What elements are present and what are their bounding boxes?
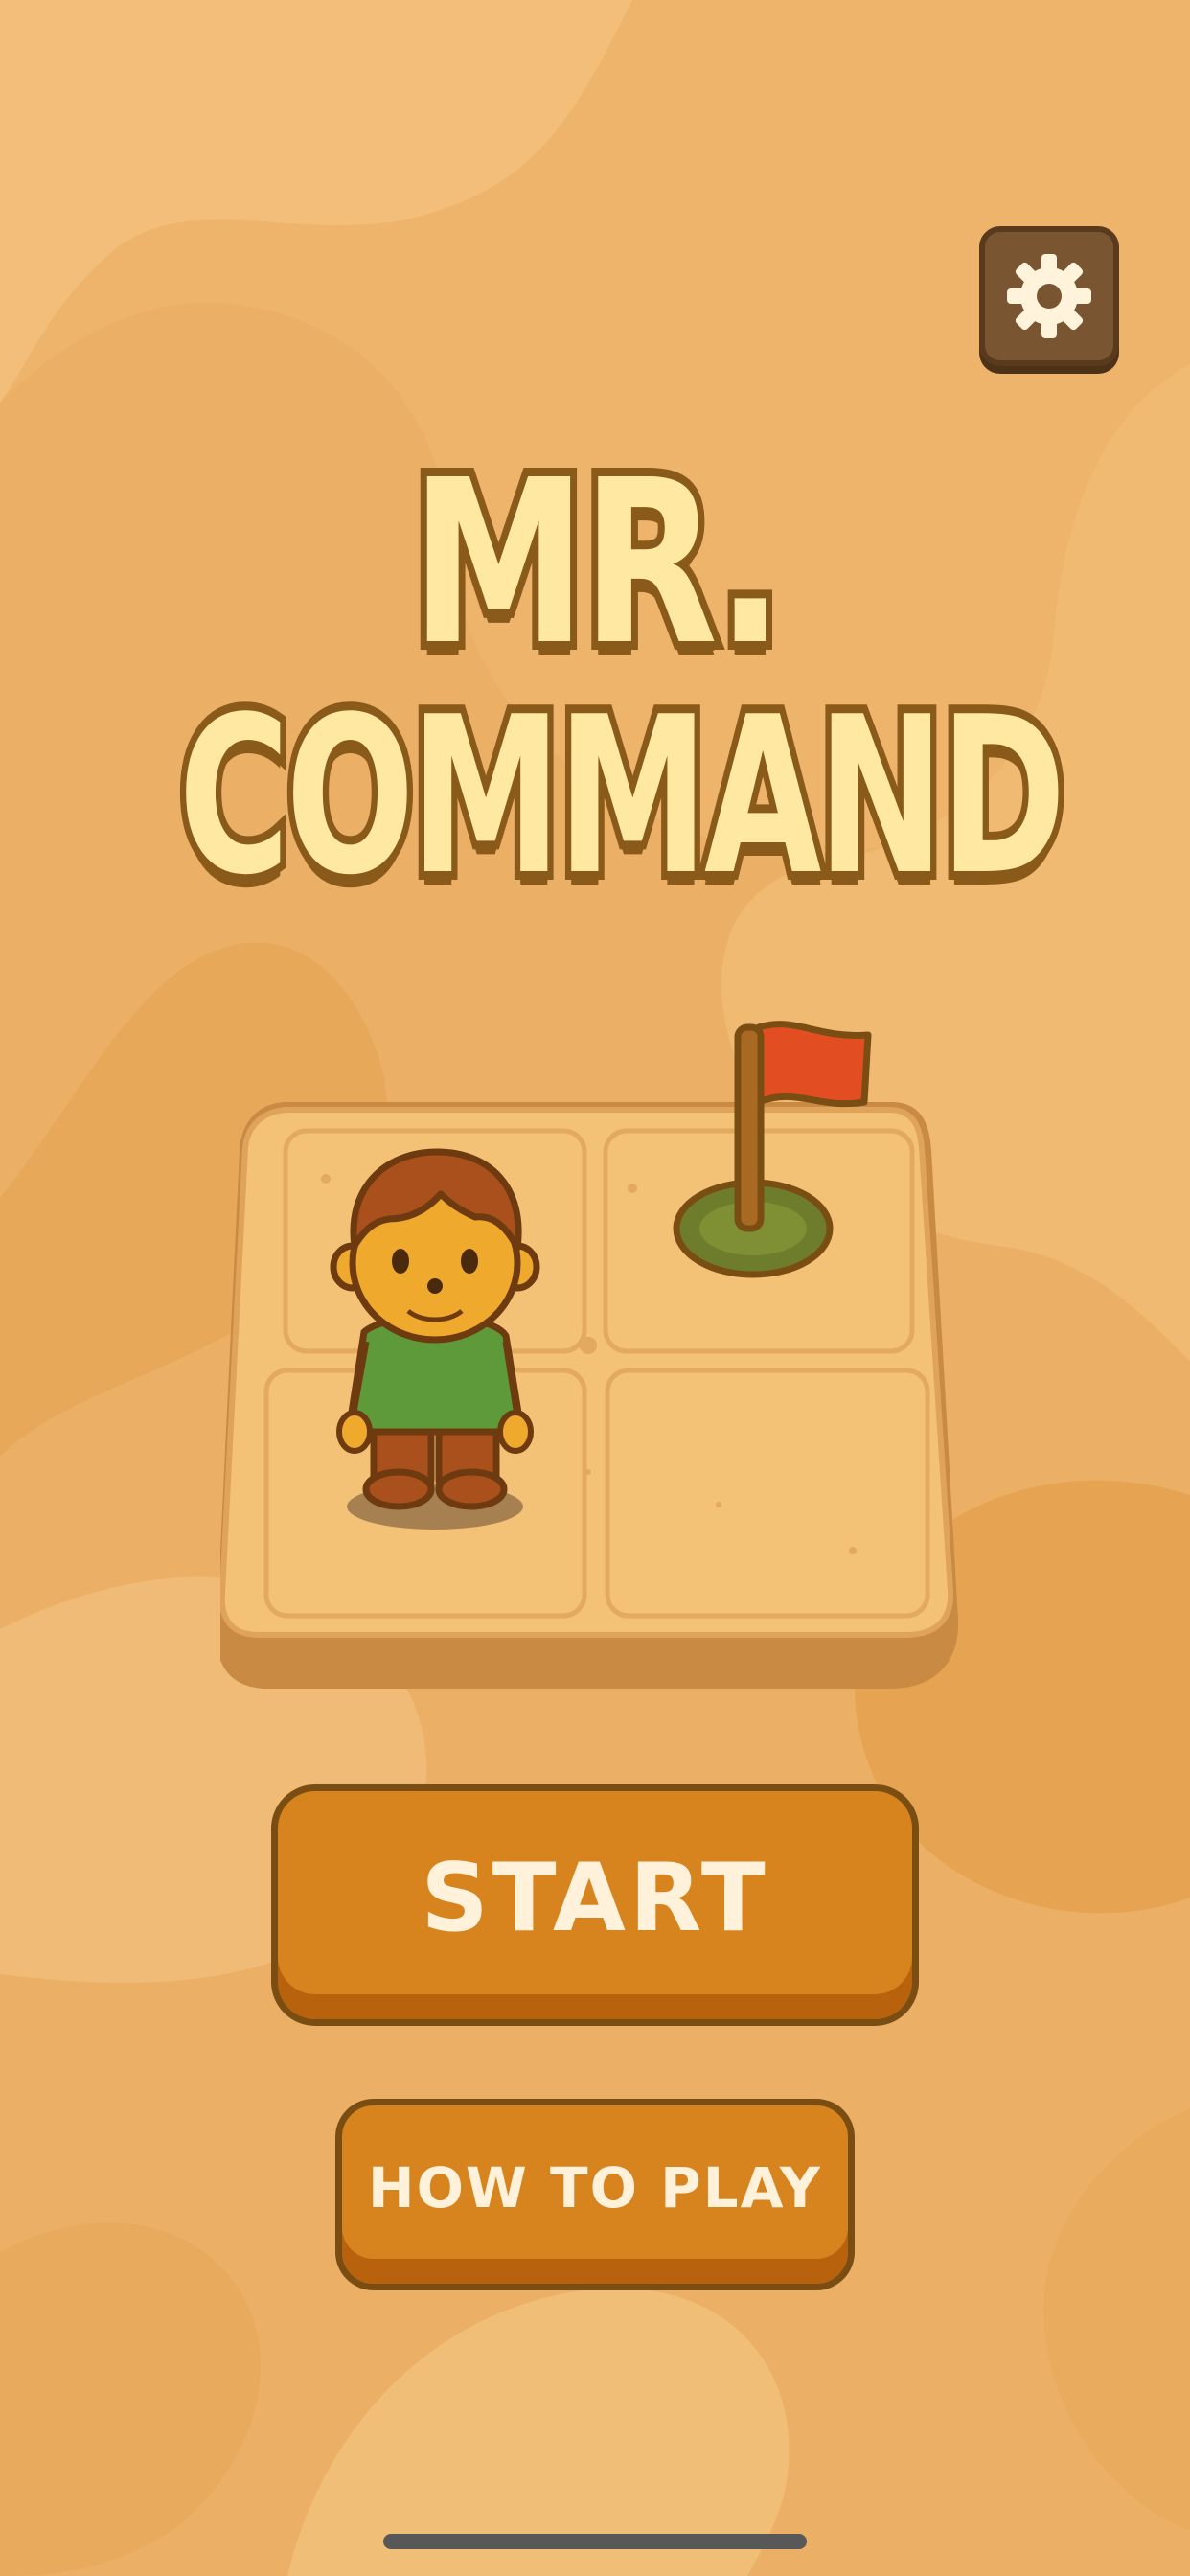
home-indicator[interactable]: [383, 2534, 807, 2549]
how-to-play-button-label: HOW TO PLAY: [368, 2155, 822, 2220]
start-button[interactable]: START: [271, 1784, 919, 2026]
start-button-label: START: [421, 1844, 769, 1953]
gear-icon: [1007, 254, 1091, 338]
settings-button[interactable]: [979, 226, 1119, 366]
game-title-line-2: COMMAND: [172, 662, 1072, 932]
game-title-line-1: MR.: [404, 423, 790, 703]
how-to-play-button[interactable]: HOW TO PLAY: [335, 2099, 855, 2290]
game-board-illustration: [220, 1021, 959, 1689]
